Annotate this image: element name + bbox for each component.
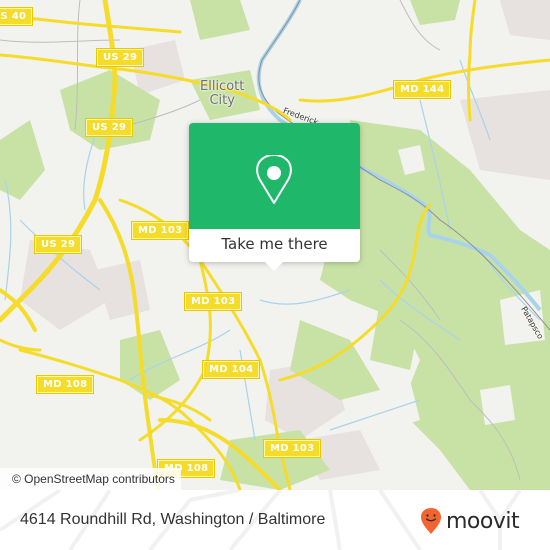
location-pin-icon (256, 155, 292, 204)
route-shield-md103: MD 103 (262, 439, 322, 458)
route-shield-md103: MD 103 (130, 221, 190, 240)
footer-bar: 4614 Roundhill Rd, Washington / Baltimor… (0, 490, 550, 550)
map-view[interactable]: Ellicott City Frederick Patapsco US 40 U… (0, 0, 550, 490)
route-shield-us29: US 29 (95, 48, 145, 67)
moovit-pin-icon (421, 508, 441, 534)
route-shield-md104: MD 104 (201, 360, 261, 379)
location-popup: Take me there (189, 123, 360, 271)
route-shield-us29: US 29 (84, 118, 134, 137)
route-shield-us40: US 40 (0, 7, 34, 26)
route-shield-md103: MD 103 (183, 292, 243, 311)
popup-header (189, 123, 360, 229)
popup-pointer (265, 262, 283, 271)
route-shield-us29: US 29 (33, 235, 83, 254)
take-me-there-button[interactable]: Take me there (189, 229, 360, 262)
place-ellicott-city: Ellicott City (200, 79, 245, 108)
route-shield-md144: MD 144 (392, 80, 452, 99)
address-text: 4614 Roundhill Rd, Washington / Baltimor… (20, 511, 326, 528)
brand-name: moovit (446, 508, 520, 534)
route-shield-md108: MD 108 (35, 375, 95, 394)
moovit-logo[interactable]: moovit (420, 506, 520, 536)
map-attribution[interactable]: © OpenStreetMap contributors (0, 468, 181, 490)
